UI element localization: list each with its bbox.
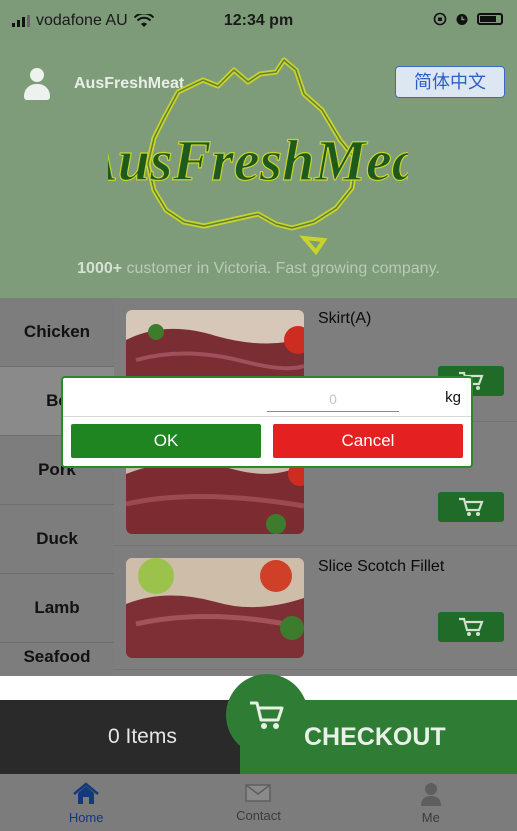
add-to-cart-button[interactable] (438, 492, 504, 522)
tagline-text: customer in Victoria. Fast growing compa… (122, 260, 440, 277)
category-item-chicken[interactable]: Chicken (0, 298, 114, 367)
quantity-dialog: kg OK Cancel (61, 376, 473, 468)
battery-icon (477, 13, 503, 25)
person-icon (420, 783, 441, 806)
user-icon[interactable] (22, 68, 52, 102)
cart-button[interactable] (226, 674, 308, 756)
cart-item-count: 0 Items (0, 700, 240, 774)
add-to-cart-button[interactable] (438, 612, 504, 642)
tagline-count: 1000+ (77, 260, 123, 277)
category-item-seafood[interactable]: Seafood (0, 643, 114, 676)
cart-icon (459, 617, 484, 636)
unit-label: kg (445, 389, 461, 406)
tab-label: Contact (236, 808, 281, 823)
product-name: Slice Scotch Fillet (318, 558, 445, 575)
australia-logo: AusFreshMeat (108, 57, 408, 256)
category-item-duck[interactable]: Duck (0, 505, 114, 574)
cart-icon (250, 701, 284, 729)
product-list: Skirt(A) Slice Scotch Fillet (114, 298, 517, 676)
svg-text:AusFreshMeat: AusFreshMeat (108, 128, 408, 193)
home-icon (73, 782, 99, 804)
alarm-icon (456, 14, 468, 25)
checkout-label: CHECKOUT (304, 723, 446, 751)
status-right (433, 12, 503, 26)
product-name: Skirt(A) (318, 310, 372, 327)
mail-icon (245, 784, 272, 802)
orientation-lock-icon (433, 12, 447, 26)
tab-bar: Home Contact Me (0, 774, 517, 831)
tab-me[interactable]: Me (345, 774, 517, 831)
category-list: Chicken Be Pork Duck Lamb Seafood (0, 298, 114, 676)
tab-label: Home (68, 810, 104, 825)
language-button[interactable]: 简体中文 (395, 66, 505, 98)
status-bar: vodafone AU 12:34 pm (0, 0, 517, 40)
product-image[interactable] (126, 558, 304, 658)
product-item: Slice Scotch Fillet (114, 546, 517, 670)
tab-contact[interactable]: Contact (172, 774, 344, 831)
dialog-divider (63, 416, 471, 417)
tagline: 1000+ customer in Victoria. Fast growing… (0, 260, 517, 278)
ok-button[interactable]: OK (71, 424, 261, 458)
tab-home[interactable]: Home (0, 774, 172, 831)
category-item-lamb[interactable]: Lamb (0, 574, 114, 643)
checkout-bar: 0 Items CHECKOUT (0, 674, 517, 774)
cart-icon (459, 497, 484, 516)
header-banner: AusFreshMeat AusFreshMeat 简体中文 1000+ cus… (0, 40, 517, 298)
tab-label: Me (421, 810, 440, 825)
quantity-input[interactable] (267, 386, 399, 412)
cancel-button[interactable]: Cancel (273, 424, 463, 458)
